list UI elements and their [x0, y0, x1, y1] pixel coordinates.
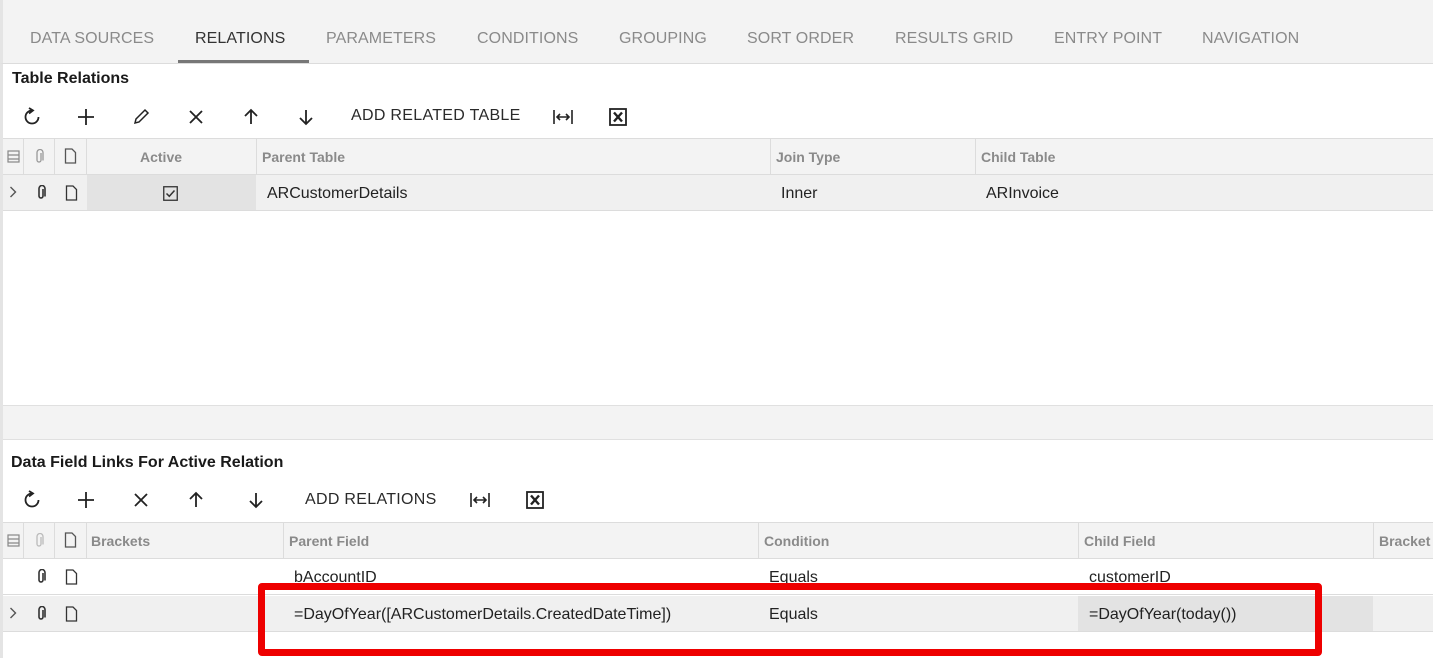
- col-join-type-header[interactable]: Join Type: [776, 149, 840, 165]
- refresh-icon: [24, 107, 40, 125]
- table-row[interactable]: ARCustomerDetails Inner ARInvoice: [3, 175, 1433, 211]
- col-parent-table-header[interactable]: Parent Table: [262, 149, 345, 165]
- move-up-button[interactable]: [238, 104, 264, 130]
- tab-data-sources[interactable]: DATA SOURCES: [30, 30, 154, 48]
- excel-icon: [609, 108, 627, 126]
- col-brackets-header[interactable]: Brackets: [91, 533, 150, 549]
- tab-conditions[interactable]: CONDITIONS: [477, 30, 578, 48]
- close-icon: [134, 493, 148, 507]
- table-row[interactable]: bAccountID Equals customerID: [3, 559, 1433, 595]
- arrow-up-icon: [244, 108, 258, 124]
- delete-button[interactable]: [128, 487, 154, 513]
- note-icon[interactable]: [65, 606, 78, 622]
- section-divider: [3, 405, 1433, 440]
- grid-settings-icon[interactable]: [7, 150, 20, 163]
- attachment-icon[interactable]: [35, 569, 47, 585]
- tab-results-grid[interactable]: RESULTS GRID: [895, 30, 1013, 48]
- tab-bar: DATA SOURCES RELATIONS PARAMETERS CONDIT…: [0, 0, 1433, 64]
- attachment-icon[interactable]: [35, 185, 47, 201]
- plus-icon: [78, 109, 94, 125]
- plus-icon: [78, 492, 94, 508]
- tab-parameters[interactable]: PARAMETERS: [326, 30, 436, 48]
- fit-width-icon: [553, 110, 573, 124]
- arrow-up-icon: [189, 491, 203, 507]
- pencil-icon: [133, 108, 150, 125]
- tab-navigation[interactable]: NAVIGATION: [1202, 30, 1299, 48]
- tab-entry-point[interactable]: ENTRY POINT: [1054, 30, 1162, 48]
- note-header-icon: [64, 532, 77, 548]
- refresh-button[interactable]: [19, 487, 45, 513]
- relations-grid-header: Active Parent Table Join Type Child Tabl…: [3, 138, 1433, 175]
- attachment-icon[interactable]: [35, 606, 47, 622]
- note-icon[interactable]: [65, 569, 78, 585]
- child-table-cell[interactable]: ARInvoice: [986, 185, 1059, 203]
- move-up-button[interactable]: [183, 487, 209, 513]
- col-child-table-header[interactable]: Child Table: [981, 149, 1055, 165]
- condition-cell[interactable]: Equals: [769, 569, 818, 587]
- add-related-table-button[interactable]: ADD RELATED TABLE: [351, 107, 521, 125]
- fit-width-icon: [470, 493, 490, 507]
- add-relations-button[interactable]: ADD RELATIONS: [305, 491, 437, 509]
- arrow-down-icon: [249, 493, 263, 509]
- chevron-right-icon[interactable]: [9, 186, 17, 198]
- attachment-header-icon: [36, 533, 44, 547]
- tab-grouping[interactable]: GROUPING: [619, 30, 707, 48]
- child-field-cell[interactable]: customerID: [1089, 569, 1171, 587]
- close-icon: [189, 110, 203, 124]
- parent-field-cell[interactable]: bAccountID: [294, 569, 377, 587]
- col-parent-field-header[interactable]: Parent Field: [289, 533, 369, 549]
- active-tab-indicator: [178, 60, 309, 63]
- col-active-header[interactable]: Active: [140, 149, 182, 165]
- child-field-cell[interactable]: =DayOfYear(today()): [1089, 606, 1236, 624]
- export-excel-button[interactable]: [605, 104, 631, 130]
- join-type-cell[interactable]: Inner: [781, 185, 817, 203]
- refresh-icon: [24, 490, 40, 508]
- fit-columns-button[interactable]: [550, 104, 576, 130]
- attachment-header-icon: [36, 149, 44, 163]
- condition-cell[interactable]: Equals: [769, 606, 818, 624]
- chevron-right-icon[interactable]: [9, 607, 17, 619]
- add-row-button[interactable]: [73, 487, 99, 513]
- refresh-button[interactable]: [19, 104, 45, 130]
- move-down-button[interactable]: [293, 104, 319, 130]
- tab-relations[interactable]: RELATIONS: [195, 30, 285, 48]
- delete-button[interactable]: [183, 104, 209, 130]
- export-excel-button[interactable]: [522, 487, 548, 513]
- col-bracket-header[interactable]: Bracket: [1379, 533, 1430, 549]
- tab-sort-order[interactable]: SORT ORDER: [747, 30, 854, 48]
- fit-columns-button[interactable]: [467, 487, 493, 513]
- table-relations-title: Table Relations: [12, 70, 130, 87]
- grid-settings-icon[interactable]: [7, 534, 20, 547]
- excel-icon: [526, 491, 544, 509]
- field-links-grid-header: Brackets Parent Field Condition Child Fi…: [3, 522, 1433, 559]
- table-row[interactable]: =DayOfYear([ARCustomerDetails.CreatedDat…: [3, 596, 1433, 632]
- move-down-button[interactable]: [243, 487, 269, 513]
- active-cell[interactable]: [87, 175, 256, 210]
- edit-button[interactable]: [128, 104, 154, 130]
- add-row-button[interactable]: [73, 104, 99, 130]
- col-child-field-header[interactable]: Child Field: [1084, 533, 1156, 549]
- parent-table-cell[interactable]: ARCustomerDetails: [267, 185, 407, 203]
- checkbox-checked-icon[interactable]: [163, 186, 178, 201]
- field-links-title: Data Field Links For Active Relation: [11, 454, 284, 471]
- note-header-icon: [64, 148, 77, 164]
- note-icon[interactable]: [65, 185, 78, 201]
- col-condition-header[interactable]: Condition: [764, 533, 829, 549]
- parent-field-cell[interactable]: =DayOfYear([ARCustomerDetails.CreatedDat…: [294, 606, 671, 624]
- arrow-down-icon: [299, 110, 313, 126]
